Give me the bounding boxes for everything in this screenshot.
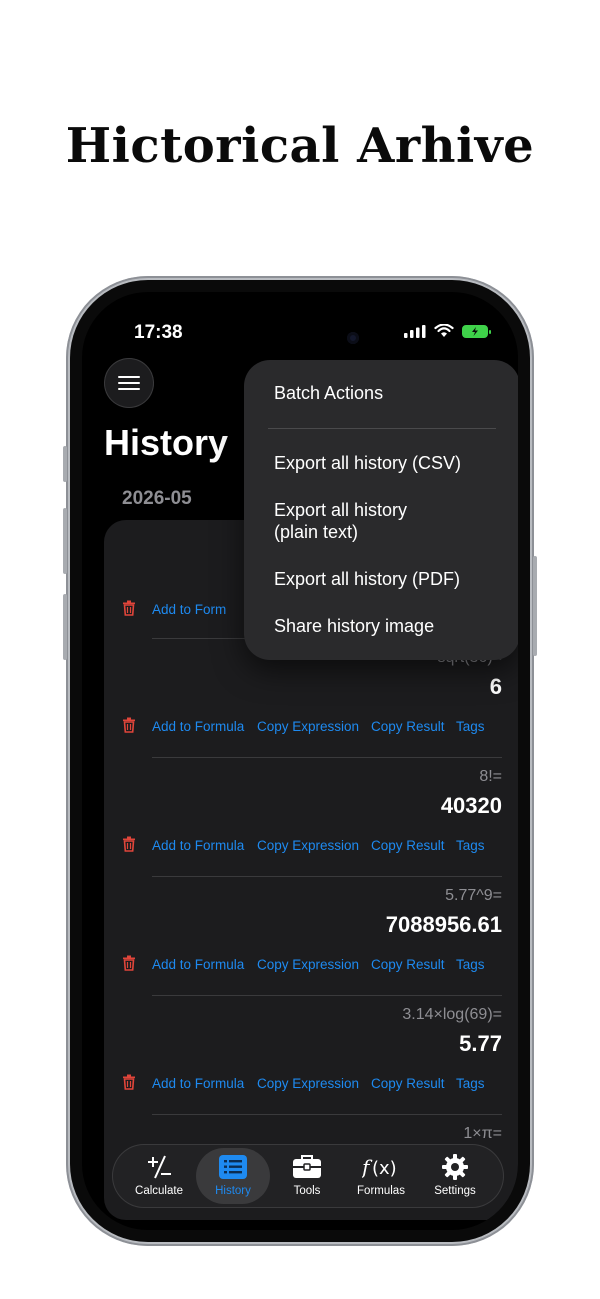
menu-button[interactable] (104, 358, 154, 408)
function-icon: f (x) (362, 1155, 397, 1179)
entry-expression: 3.14×log(69)= (402, 1006, 502, 1023)
batch-actions-title: Batch Actions (274, 383, 384, 403)
volume-up-button (63, 508, 67, 574)
menu-icon-line (118, 382, 140, 384)
phone-frame: 17:38 History 2026-05 Add to Form 6 Add … (63, 276, 537, 1246)
wifi-icon (434, 324, 454, 337)
list-icon (219, 1155, 247, 1179)
page-title: History (104, 422, 229, 463)
gear-icon (442, 1154, 468, 1180)
entry-expression: 5.77^9= (445, 887, 502, 904)
status-icons (404, 324, 491, 338)
history-entry: 5.77^9= 7088956.61 Add to Formula Copy E… (104, 877, 518, 996)
trash-icon[interactable] (122, 717, 136, 733)
menu-icon-line (118, 388, 140, 390)
export-pdf-item[interactable]: Export all history (PDF) (274, 568, 460, 590)
copy-expression-button[interactable]: Copy Expression (257, 1076, 359, 1091)
trash-icon[interactable] (122, 836, 136, 852)
copy-result-button[interactable]: Copy Result (371, 957, 445, 972)
tab-bar: Calculate History Tools f (x) Formulas S… (112, 1144, 504, 1208)
month-header: 2026-05 (122, 488, 192, 509)
action-button (63, 446, 67, 482)
copy-expression-button[interactable]: Copy Expression (257, 719, 359, 734)
entry-result: 6 (489, 674, 502, 699)
tab-formulas[interactable]: f (x) Formulas (344, 1144, 418, 1208)
plus-minus-icon (148, 1155, 171, 1179)
copy-result-button[interactable]: Copy Result (371, 1076, 445, 1091)
tags-button[interactable]: Tags (456, 1076, 485, 1091)
copy-result-button[interactable]: Copy Result (371, 719, 445, 734)
toolbox-icon (293, 1155, 321, 1178)
cellular-signal-icon (404, 324, 426, 338)
tab-calculate[interactable]: Calculate (122, 1144, 196, 1208)
tab-settings[interactable]: Settings (418, 1144, 492, 1208)
phone-screen: 17:38 History 2026-05 Add to Form 6 Add … (82, 292, 518, 1230)
export-csv-item[interactable]: Export all history (CSV) (274, 452, 461, 474)
export-plain-text-item[interactable]: Export all history (plain text) (274, 499, 407, 543)
export-plain-text-line1: Export all history (274, 500, 408, 520)
tab-tools[interactable]: Tools (270, 1144, 344, 1208)
entry-actions: Add to Formula Copy Expression Copy Resu… (104, 717, 518, 739)
battery-icon (462, 324, 491, 338)
history-entry: 3.14×log(69)= 5.77 Add to Formula Copy E… (104, 996, 518, 1115)
tags-button[interactable]: Tags (456, 838, 485, 853)
add-to-formula-button[interactable]: Add to Formula (152, 957, 244, 972)
charging-bolt-icon (472, 326, 478, 336)
headline: Hictorical Arhive (65, 118, 535, 174)
entry-actions: Add to Formula Copy Expression Copy Resu… (104, 955, 518, 977)
add-to-formula-button[interactable]: Add to Formula (152, 719, 244, 734)
copy-expression-button[interactable]: Copy Expression (257, 957, 359, 972)
entry-result: 40320 (440, 793, 502, 818)
entry-expression: 8!= (479, 768, 502, 785)
tab-label: Formulas (357, 1185, 405, 1197)
tab-label: Settings (434, 1185, 476, 1197)
export-plain-text-line2: (plain text) (274, 522, 359, 542)
share-history-image-item[interactable]: Share history image (274, 615, 434, 637)
trash-icon[interactable] (122, 1074, 136, 1090)
menu-icon (118, 376, 140, 378)
add-to-formula-button[interactable]: Add to Form (152, 602, 226, 617)
copy-expression-button[interactable]: Copy Expression (257, 838, 359, 853)
tab-label: History (215, 1185, 251, 1197)
menu-divider (268, 428, 496, 429)
svg-text:(x): (x) (372, 1158, 397, 1179)
tags-button[interactable]: Tags (456, 957, 485, 972)
entry-result: 7088956.61 (385, 912, 502, 937)
entry-expression: 1×π= (463, 1125, 502, 1142)
batch-actions-menu: Batch Actions Export all history (CSV) E… (244, 360, 518, 660)
trash-icon[interactable] (122, 600, 136, 616)
tab-history[interactable]: History (196, 1148, 270, 1204)
status-time: 17:38 (134, 322, 183, 343)
add-to-formula-button[interactable]: Add to Formula (152, 1076, 244, 1091)
tags-button[interactable]: Tags (456, 719, 485, 734)
copy-result-button[interactable]: Copy Result (371, 838, 445, 853)
add-to-formula-button[interactable]: Add to Formula (152, 838, 244, 853)
tab-label: Calculate (135, 1185, 183, 1197)
trash-icon[interactable] (122, 955, 136, 971)
history-entry: 8!= 40320 Add to Formula Copy Expression… (104, 758, 518, 877)
entry-result: 5.77 (459, 1031, 502, 1056)
power-button (533, 556, 537, 656)
volume-down-button (63, 594, 67, 660)
phone-bezel: 17:38 History 2026-05 Add to Form 6 Add … (70, 280, 530, 1242)
tab-label: Tools (293, 1185, 321, 1197)
entry-actions: Add to Formula Copy Expression Copy Resu… (104, 1074, 518, 1096)
front-camera (347, 332, 359, 344)
entry-actions: Add to Formula Copy Expression Copy Resu… (104, 836, 518, 858)
